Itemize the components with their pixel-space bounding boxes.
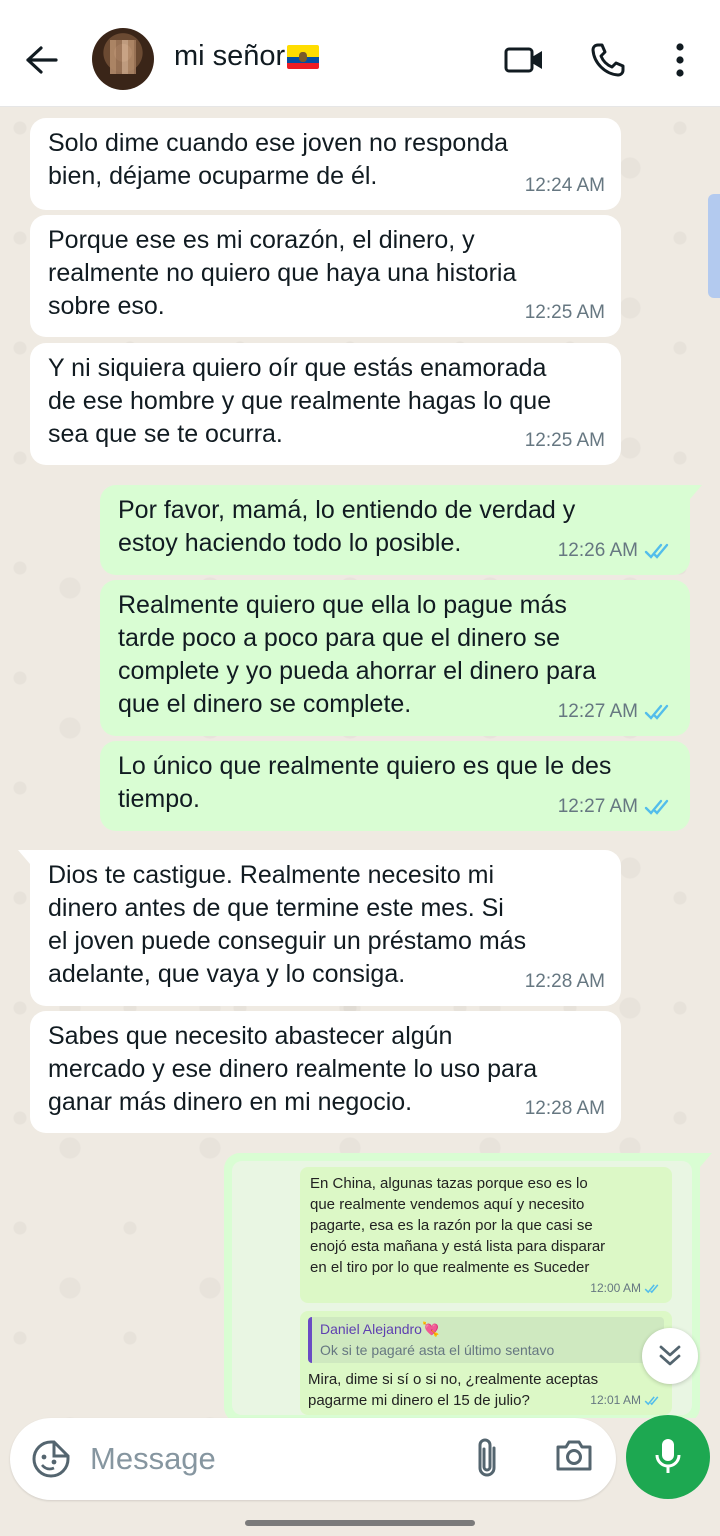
chat-area[interactable]: Solo dime cuando ese joven no responda b…	[0, 108, 720, 1418]
screenshot-image[interactable]: En China, algunas tazas porque eso es lo…	[232, 1161, 692, 1415]
attach-paperclip-icon[interactable]	[472, 1436, 512, 1482]
microphone-icon	[655, 1439, 681, 1473]
message-time: 12:25 AM	[524, 430, 605, 451]
emoji-sticker-icon[interactable]	[30, 1438, 72, 1480]
message-text: Dios te castigue. Realmente necesito mi …	[48, 861, 527, 988]
double-chevron-down-icon	[659, 1345, 681, 1366]
message-text: Sabes que necesito abastecer algún merca…	[48, 1022, 538, 1116]
read-ticks-icon	[644, 1284, 659, 1294]
message-incoming[interactable]: Solo dime cuando ese joven no responda b…	[30, 118, 621, 210]
screenshot-bubble: En China, algunas tazas porque eso es lo…	[300, 1167, 672, 1303]
message-time: 12:25 AM	[524, 302, 605, 323]
message-incoming[interactable]: Porque ese es mi corazón, el dinero, y r…	[30, 215, 621, 337]
message-time: 12:28 AM	[524, 1098, 605, 1119]
message-time: 12:27 AM	[558, 790, 674, 823]
back-arrow-icon[interactable]	[20, 38, 64, 82]
message-incoming[interactable]: Dios te castigue. Realmente necesito mi …	[18, 850, 621, 1006]
read-ticks-icon	[644, 1396, 659, 1406]
message-input[interactable]	[90, 1436, 450, 1482]
message-incoming[interactable]: Sabes que necesito abastecer algún merca…	[30, 1011, 621, 1133]
voice-message-button[interactable]	[626, 1415, 710, 1499]
image-message[interactable]: En China, algunas tazas porque eso es lo…	[224, 1153, 712, 1418]
message-composer	[10, 1418, 616, 1500]
quoted-message: Daniel Alejandro💘 Ok si te pagaré asta e…	[308, 1317, 664, 1363]
read-ticks-icon	[644, 543, 669, 559]
message-text: Porque ese es mi corazón, el dinero, y r…	[48, 226, 517, 320]
more-vert-icon[interactable]	[660, 36, 700, 84]
message-time: 12:28 AM	[524, 971, 605, 992]
contact-name[interactable]: mi señor	[174, 40, 320, 73]
message-outgoing[interactable]: Lo único que realmente quiero es que le …	[100, 741, 690, 831]
phone-icon[interactable]	[584, 36, 632, 84]
message-time: 12:27 AM	[558, 695, 674, 728]
read-ticks-icon	[644, 704, 669, 720]
message-time: 12:24 AM	[524, 175, 605, 196]
message-incoming[interactable]: Y ni siquiera quiero oír que estás enamo…	[30, 343, 621, 465]
camera-icon[interactable]	[554, 1438, 598, 1480]
scrollbar[interactable]	[708, 194, 720, 298]
screenshot-bubble: Daniel Alejandro💘 Ok si te pagaré asta e…	[300, 1311, 672, 1415]
home-indicator[interactable]	[245, 1520, 475, 1526]
message-text: Y ni siquiera quiero oír que estás enamo…	[48, 354, 552, 448]
ecuador-flag-icon	[287, 44, 320, 69]
chat-header: mi señor	[0, 0, 720, 107]
message-outgoing[interactable]: Por favor, mamá, lo entiendo de verdad y…	[100, 485, 702, 575]
scroll-to-bottom-button[interactable]	[642, 1328, 698, 1384]
avatar[interactable]	[92, 28, 154, 90]
message-text: Solo dime cuando ese joven no responda b…	[48, 129, 509, 190]
message-outgoing[interactable]: Realmente quiero que ella lo pague más t…	[100, 580, 690, 736]
read-ticks-icon	[644, 799, 669, 815]
message-time: 12:26 AM	[558, 534, 674, 567]
video-call-icon[interactable]	[500, 36, 548, 84]
